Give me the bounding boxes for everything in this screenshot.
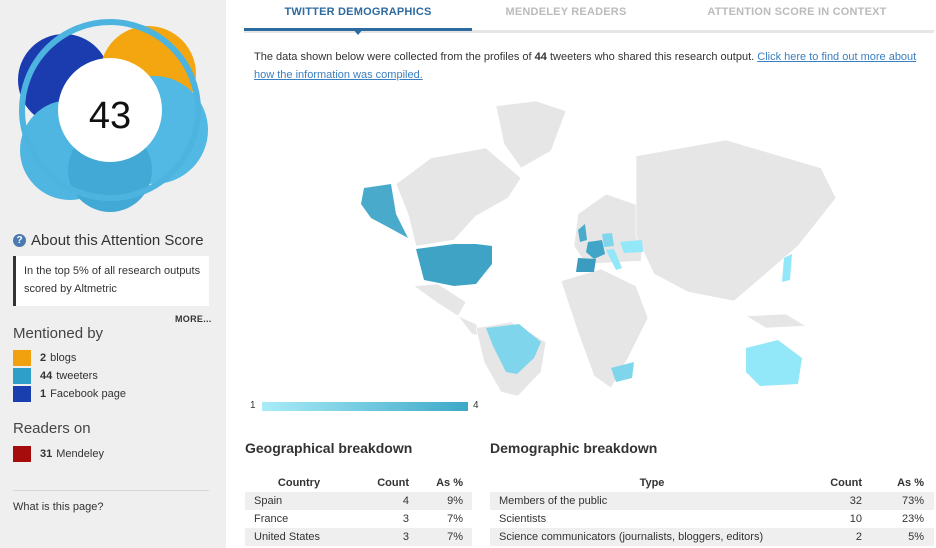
- sidebar-divider: [13, 490, 209, 491]
- demo-breakdown-title: Demographic breakdown: [490, 440, 658, 456]
- cell-spacer: [463, 528, 472, 546]
- cell-type: Science communicators (journalists, blog…: [499, 531, 764, 543]
- asia-shape: [635, 139, 837, 302]
- table-header-row: Type Count As %: [490, 474, 934, 492]
- readers-on-title: Readers on: [13, 420, 91, 437]
- table-row: Members of the public 32 73%: [490, 492, 934, 510]
- australia-shape: [746, 340, 802, 386]
- reader-count: 31: [40, 448, 53, 460]
- demo-breakdown-table: Type Count As % Members of the public 32…: [490, 474, 934, 546]
- germany-shape: [602, 233, 614, 247]
- tweeter-count: 44: [534, 51, 547, 63]
- reader-label: Mendeley: [56, 448, 104, 460]
- cell-type: Members of the public: [499, 495, 608, 507]
- world-map[interactable]: [336, 96, 856, 396]
- geo-breakdown-title: Geographical breakdown: [245, 440, 413, 456]
- intro-text: The data shown below were collected from…: [254, 48, 922, 84]
- cell-count: 3: [402, 513, 409, 525]
- mention-label: blogs: [50, 352, 77, 364]
- ukraine-shape: [620, 240, 643, 253]
- table-row: Scientists 10 23%: [490, 510, 934, 528]
- about-score-heading[interactable]: ? About this Attention Score: [13, 232, 204, 249]
- col-spacer: [924, 474, 934, 492]
- col-type[interactable]: Type: [490, 474, 814, 492]
- legend-gradient-bar: [262, 402, 468, 411]
- cell-pct: 5%: [908, 531, 924, 543]
- cell-spacer: [924, 510, 934, 528]
- cell-count: 32: [849, 495, 862, 507]
- cell-pct: 73%: [901, 495, 924, 507]
- altmetric-donut[interactable]: 43: [8, 8, 212, 212]
- mention-tweeters[interactable]: 44 tweeters: [13, 367, 98, 385]
- cell-country: United States: [254, 531, 321, 543]
- mentioned-by-title: Mentioned by: [13, 325, 104, 342]
- tab-twitter-demographics[interactable]: TWITTER DEMOGRAPHICS: [244, 0, 472, 31]
- about-score-title: About this Attention Score: [31, 232, 204, 249]
- cell-pct: 7%: [447, 531, 463, 543]
- table-row: Spain 4 9%: [245, 492, 472, 510]
- canada-shape: [395, 147, 522, 247]
- active-tab-arrow: [352, 28, 364, 35]
- facebook-swatch: [13, 386, 31, 402]
- cell-count: 10: [849, 513, 862, 525]
- reader-mendeley[interactable]: 31 Mendeley: [13, 445, 104, 463]
- score-value: 43: [89, 95, 131, 137]
- mention-facebook[interactable]: 1 Facebook page: [13, 385, 126, 403]
- table-row: United States 3 7%: [245, 528, 472, 546]
- cell-pct: 9%: [447, 495, 463, 507]
- mention-label: Facebook page: [50, 388, 126, 400]
- mention-label: tweeters: [56, 370, 98, 382]
- mention-count: 1: [40, 388, 47, 400]
- cell-count: 2: [855, 531, 862, 543]
- cell-pct: 7%: [447, 513, 463, 525]
- table-header-row: Country Count As %: [245, 474, 472, 492]
- cell-country: Spain: [254, 495, 283, 507]
- mention-blogs[interactable]: 2 blogs: [13, 349, 76, 367]
- cell-count: 3: [402, 531, 409, 543]
- mendeley-swatch: [13, 446, 31, 462]
- cell-country: France: [254, 513, 289, 525]
- col-count[interactable]: Count: [814, 474, 862, 492]
- africa-shape: [560, 268, 649, 389]
- indonesia-shape: [744, 313, 808, 329]
- sidebar: 43 ? About this Attention Score In the t…: [0, 0, 226, 548]
- intro-suffix: tweeters who shared this research output…: [546, 51, 758, 63]
- tab-mendeley-readers[interactable]: MENDELEY READERS: [472, 0, 660, 30]
- col-pct[interactable]: As %: [409, 474, 463, 492]
- cell-spacer: [463, 492, 472, 510]
- score-callout: In the top 5% of all research outputs sc…: [13, 256, 209, 306]
- legend-max-value: 4: [473, 400, 479, 411]
- col-spacer: [463, 474, 472, 492]
- mexico-shape: [413, 283, 467, 317]
- mention-count: 44: [40, 370, 53, 382]
- question-circle-icon: ?: [13, 234, 26, 247]
- table-row: France 3 7%: [245, 510, 472, 528]
- cell-pct: 23%: [901, 513, 924, 525]
- col-count[interactable]: Count: [353, 474, 409, 492]
- table-row: Science communicators (journalists, blog…: [490, 528, 934, 546]
- spain-shape: [576, 258, 596, 272]
- geo-breakdown-table: Country Count As % Spain 4 9% France 3 7…: [245, 474, 472, 546]
- cell-spacer: [924, 492, 934, 510]
- tweeters-swatch: [13, 368, 31, 384]
- cell-spacer: [924, 528, 934, 546]
- col-pct[interactable]: As %: [862, 474, 924, 492]
- cell-spacer: [463, 510, 472, 528]
- col-country[interactable]: Country: [245, 474, 353, 492]
- blogs-swatch: [13, 350, 31, 366]
- legend-min-value: 1: [250, 400, 256, 411]
- tab-bar: TWITTER DEMOGRAPHICS MENDELEY READERS AT…: [244, 0, 934, 33]
- tab-attention-score-in-context[interactable]: ATTENTION SCORE IN CONTEXT: [660, 0, 934, 30]
- intro-prefix: The data shown below were collected from…: [254, 51, 535, 63]
- cell-count: 4: [402, 495, 409, 507]
- mention-count: 2: [40, 352, 47, 364]
- what-is-this-page-link[interactable]: What is this page?: [13, 501, 104, 513]
- cell-type: Scientists: [499, 513, 547, 525]
- more-link[interactable]: MORE...: [175, 314, 212, 324]
- usa-shape: [416, 244, 492, 286]
- greenland-shape: [495, 100, 567, 169]
